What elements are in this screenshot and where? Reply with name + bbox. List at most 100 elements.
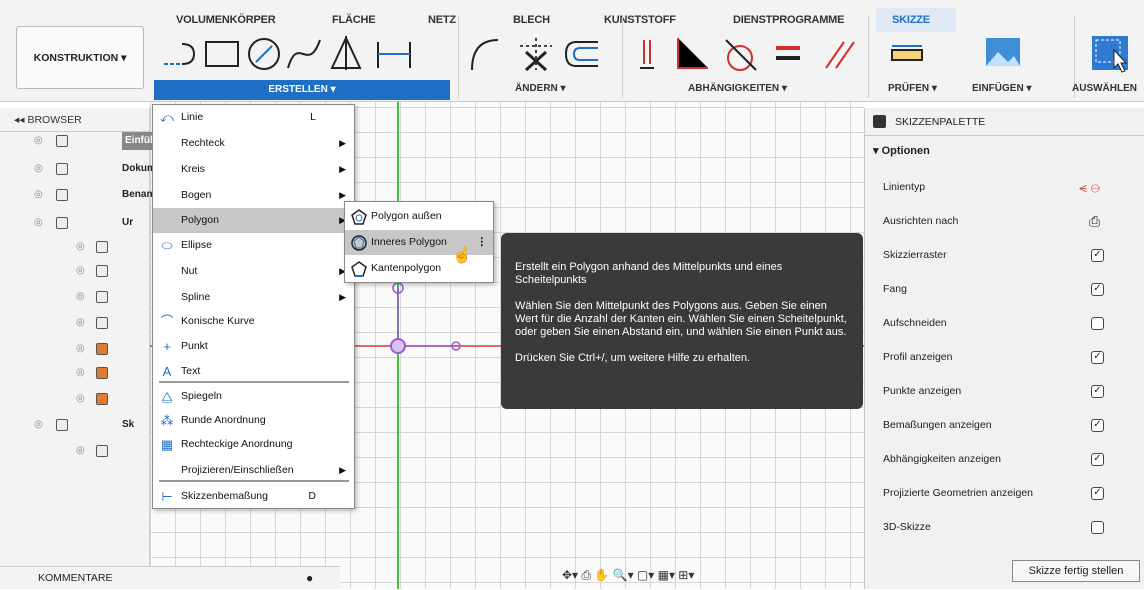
visibility-eye-icon[interactable]: ◎ [76,336,85,362]
add-comment-icon[interactable]: ● [306,567,313,590]
visibility-eye-icon[interactable]: ◎ [76,234,85,260]
menu-item-polygon[interactable]: Polygon ▶ [153,208,354,233]
comments-label: KOMMENTARE [38,572,113,584]
menu-item-skizzenbemaßung[interactable]: ⊢ Skizzenbemaßung D [153,484,354,509]
menu-item-bogen[interactable]: Bogen ▶ [153,183,354,208]
menu-item-icon: ⌒ [160,314,174,329]
browser-tree-row[interactable]: ◎ Einfüh [0,128,160,154]
tooltip-body: Wählen Sie den Mittelpunkt des Polygons … [515,300,847,338]
options-section-header[interactable]: ▾ Optionen [873,144,930,157]
ribbon-toolbar: VOLUMENKÖRPER FLÄCHE NETZ BLECH KUNSTSTO… [0,0,1144,102]
palette-checkbox[interactable]: ✓ [1091,453,1104,466]
palette-collapse-icon[interactable] [873,115,886,128]
abhaengigkeiten-group-button[interactable]: ABHÄNGIGKEITEN ▾ [688,83,787,94]
menu-item-punkt[interactable]: + Punkt [153,334,354,359]
sketch-palette: SKIZZENPALETTE ▾ Optionen Linientyp ⪪ ⊖ Au… [864,108,1144,589]
browser-tree-row[interactable]: ◎ [0,258,150,284]
auswaehlen-cursor-icon[interactable] [1090,34,1130,74]
submenu-arrow-icon: ▶ [339,138,346,148]
browser-tree-row[interactable]: ◎ Dokume [0,156,161,182]
palette-option-row: Fang ✓ [883,272,1144,306]
aendern-group-button[interactable]: ÄNDERN ▾ [515,83,566,94]
visibility-eye-icon[interactable]: ◎ [76,438,85,464]
einfuegen-image-icon[interactable] [984,34,1024,74]
visibility-eye-icon[interactable]: ◎ [34,182,43,208]
palette-checkbox[interactable] [1091,521,1104,534]
einfuegen-group-button[interactable]: EINFÜGEN ▾ [972,83,1031,94]
menu-item-icon: ⬭ [161,238,173,253]
palette-checkbox[interactable]: ✓ [1091,419,1104,432]
visibility-eye-icon[interactable]: ◎ [76,386,85,412]
polygon-inner-icon [351,235,367,251]
browser-tree-row[interactable]: ◎ [0,438,150,464]
visibility-eye-icon[interactable]: ◎ [34,412,43,438]
align-view-icon[interactable]: ⎙ [1089,204,1100,238]
tab-blech[interactable]: BLECH [513,14,550,26]
browser-tree-row[interactable]: ◎ Sk [0,412,150,438]
menu-item-rechteck[interactable]: Rechteck ▶ [153,131,354,156]
menu-item-spiegeln[interactable]: ⧋ Spiegeln [153,384,354,409]
submenu-item-polygon-aussen[interactable]: Polygon außen [345,204,493,229]
palette-checkbox[interactable]: ✓ [1091,385,1104,398]
visibility-eye-icon[interactable]: ◎ [76,360,85,386]
hand-cursor-icon: ☝ [452,247,472,264]
browser-tree-row[interactable]: ◎ [0,336,150,362]
tab-volumenkoerper[interactable]: VOLUMENKÖRPER [176,14,276,26]
palette-header[interactable]: SKIZZENPALETTE [865,108,1144,136]
submenu-label: Inneres Polygon [371,236,447,248]
browser-tree-row[interactable]: ◎ Ur [0,210,150,236]
polygon-outer-icon [351,209,367,225]
workspace-dropdown[interactable]: KONSTRUKTION ▾ [16,26,144,89]
menu-item-spline[interactable]: Spline ▶ [153,285,354,310]
browser-tree-row[interactable]: ◎ [0,386,150,412]
menu-item-kreis[interactable]: Kreis ▶ [153,157,354,182]
finish-sketch-button[interactable]: Skizze fertig stellen [1012,560,1140,582]
palette-checkbox[interactable]: ✓ [1091,487,1104,500]
menu-item-konische-kurve[interactable]: ⌒ Konische Kurve [153,309,354,334]
tab-skizze[interactable]: SKIZZE [892,14,930,26]
browser-tree-row[interactable]: ◎ [0,234,150,260]
erstellen-group-button[interactable]: ERSTELLEN ▾ [154,80,450,100]
visibility-eye-icon[interactable]: ◎ [76,310,85,336]
palette-checkbox[interactable]: ✓ [1091,351,1104,364]
palette-option-row: Skizzierraster ✓ [883,238,1144,272]
palette-option-label: Skizzierraster [883,249,947,261]
visibility-eye-icon[interactable]: ◎ [34,128,43,154]
aendern-tool-icons[interactable] [464,34,614,74]
tree-node-icon [96,241,108,253]
menu-item-nut[interactable]: Nut ▶ [153,259,354,284]
more-options-icon[interactable]: ⋮ [477,230,488,255]
visibility-eye-icon[interactable]: ◎ [76,258,85,284]
palette-checkbox[interactable]: ✓ [1091,283,1104,296]
pruefen-group-button[interactable]: PRÜFEN ▾ [888,83,937,94]
menu-item-ellipse[interactable]: ⬭ Ellipse [153,233,354,258]
browser-tree-row[interactable]: ◎ [0,360,150,386]
menu-item-rechteckige-anordnung[interactable]: ▦ Rechteckige Anordnung [153,432,354,457]
browser-tree-row[interactable]: ◎ Benann [0,182,159,208]
auswaehlen-group-button[interactable]: AUSWÄHLEN [1072,83,1137,94]
tab-flaeche[interactable]: FLÄCHE [332,14,376,26]
tree-node-icon [96,445,108,457]
visibility-eye-icon[interactable]: ◎ [34,156,43,182]
visibility-eye-icon[interactable]: ◎ [76,284,85,310]
line-type-icon[interactable]: ⪪ ⊖ [1079,170,1100,204]
pruefen-ruler-icon[interactable] [888,34,928,74]
palette-checkbox[interactable]: ✓ [1091,249,1104,262]
tab-netz[interactable]: NETZ [428,14,456,26]
navigation-bar-icons[interactable]: ✥▾ ⎙ ✋ 🔍▾ ▢▾ ▦▾ ⊞▾ [562,568,694,583]
menu-item-linie[interactable]: ⤺ Linie L [153,105,354,130]
tree-node-label: Sk [122,419,135,430]
palette-checkbox[interactable] [1091,317,1104,330]
erstellen-tool-icons[interactable] [160,34,450,74]
menu-separator [159,480,349,482]
tab-dienstprogramme[interactable]: DIENSTPROGRAMME [733,14,844,26]
tab-kunststoff[interactable]: KUNSTSTOFF [604,14,676,26]
browser-tree-row[interactable]: ◎ [0,310,150,336]
tree-node-icon [96,317,108,329]
visibility-eye-icon[interactable]: ◎ [34,210,43,236]
comments-panel[interactable]: KOMMENTARE ● [0,566,340,589]
abhaengigkeiten-tool-icons[interactable] [630,34,860,74]
tooltip-hint: Drücken Sie Ctrl+/, um weitere Hilfe zu … [515,352,751,364]
browser-tree-row[interactable]: ◎ [0,284,150,310]
menu-item-runde-anordnung[interactable]: ⁂ Runde Anordnung [153,408,354,433]
